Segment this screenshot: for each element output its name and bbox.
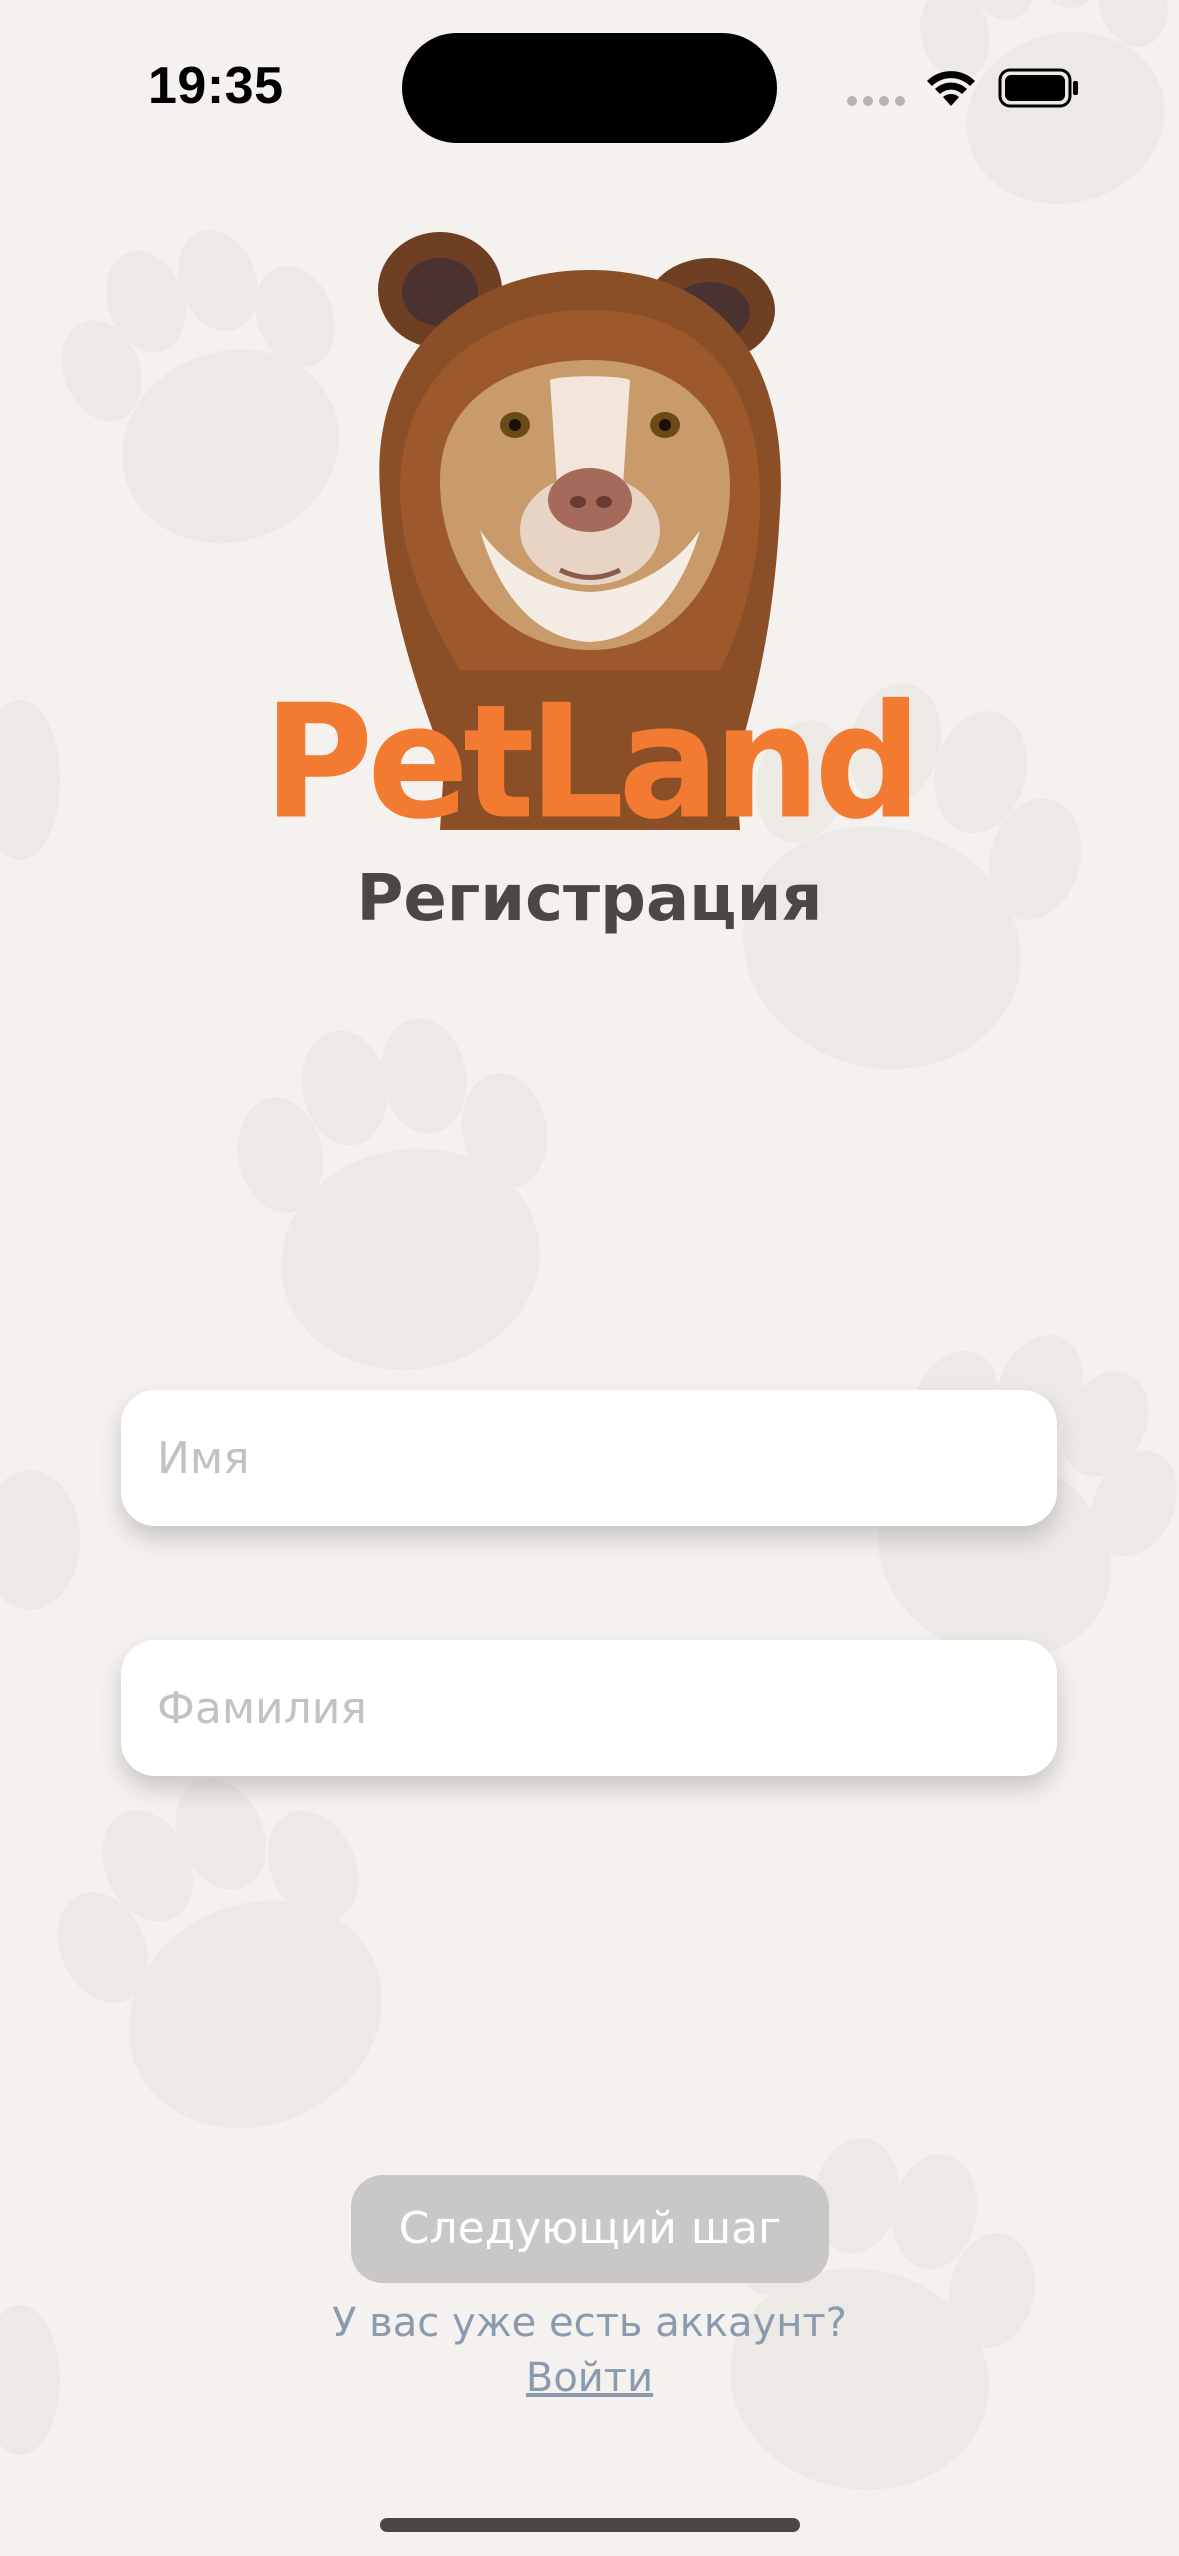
page-title: Регистрация xyxy=(356,862,823,936)
petland-logo: PetLand xyxy=(263,671,921,855)
battery-icon xyxy=(998,68,1078,108)
home-indicator[interactable] xyxy=(380,2518,800,2532)
first-name-input[interactable] xyxy=(121,1390,1057,1526)
status-bar: 19:35 xyxy=(0,0,1179,150)
cellular-signal-icon xyxy=(847,96,905,106)
next-step-button[interactable]: Следующий шаг xyxy=(351,2175,829,2283)
have-account-prompt: У вас уже есть аккаунт? xyxy=(332,2300,847,2346)
login-link[interactable]: Войти xyxy=(0,2355,1179,2401)
last-name-input[interactable] xyxy=(121,1640,1057,1776)
dynamic-island xyxy=(402,33,777,143)
status-time: 19:35 xyxy=(148,57,284,115)
wifi-icon xyxy=(927,71,975,106)
